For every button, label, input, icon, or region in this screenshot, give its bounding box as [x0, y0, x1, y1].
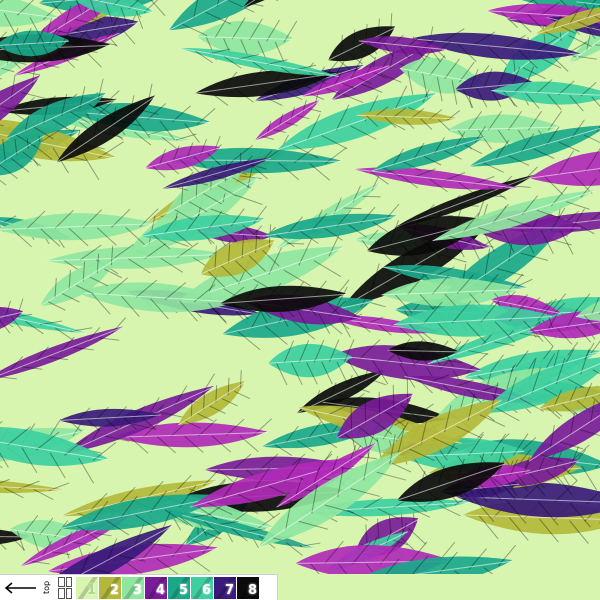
swatch-number: 6 [201, 582, 211, 598]
left-arrow-icon [0, 575, 40, 600]
swatch-number: 1 [86, 582, 96, 598]
color-swatch-4: 4 [145, 576, 167, 599]
color-swatch-1: 1 [76, 576, 98, 599]
color-swatches: 12345678 [76, 576, 260, 599]
color-separation-legend: top 12345678 [0, 574, 278, 600]
top-orientation-label: top [40, 575, 54, 600]
swatch-number: 5 [178, 582, 188, 598]
color-swatch-2: 2 [99, 576, 121, 599]
print-design-canvas: top 12345678 [0, 0, 600, 600]
swatch-number: 8 [247, 582, 257, 598]
swatch-number: 7 [224, 582, 234, 598]
color-swatch-8: 8 [237, 576, 259, 599]
color-swatch-5: 5 [168, 576, 190, 599]
swatch-number: 4 [155, 582, 165, 598]
color-swatch-7: 7 [214, 576, 236, 599]
repeat-grid-icon [58, 576, 72, 599]
color-swatch-3: 3 [122, 576, 144, 599]
swatch-number: 2 [109, 582, 119, 598]
color-swatch-6: 6 [191, 576, 213, 599]
swatch-number: 3 [132, 582, 142, 598]
top-label-text: top [42, 580, 52, 595]
feather-pattern-artwork [0, 0, 600, 574]
